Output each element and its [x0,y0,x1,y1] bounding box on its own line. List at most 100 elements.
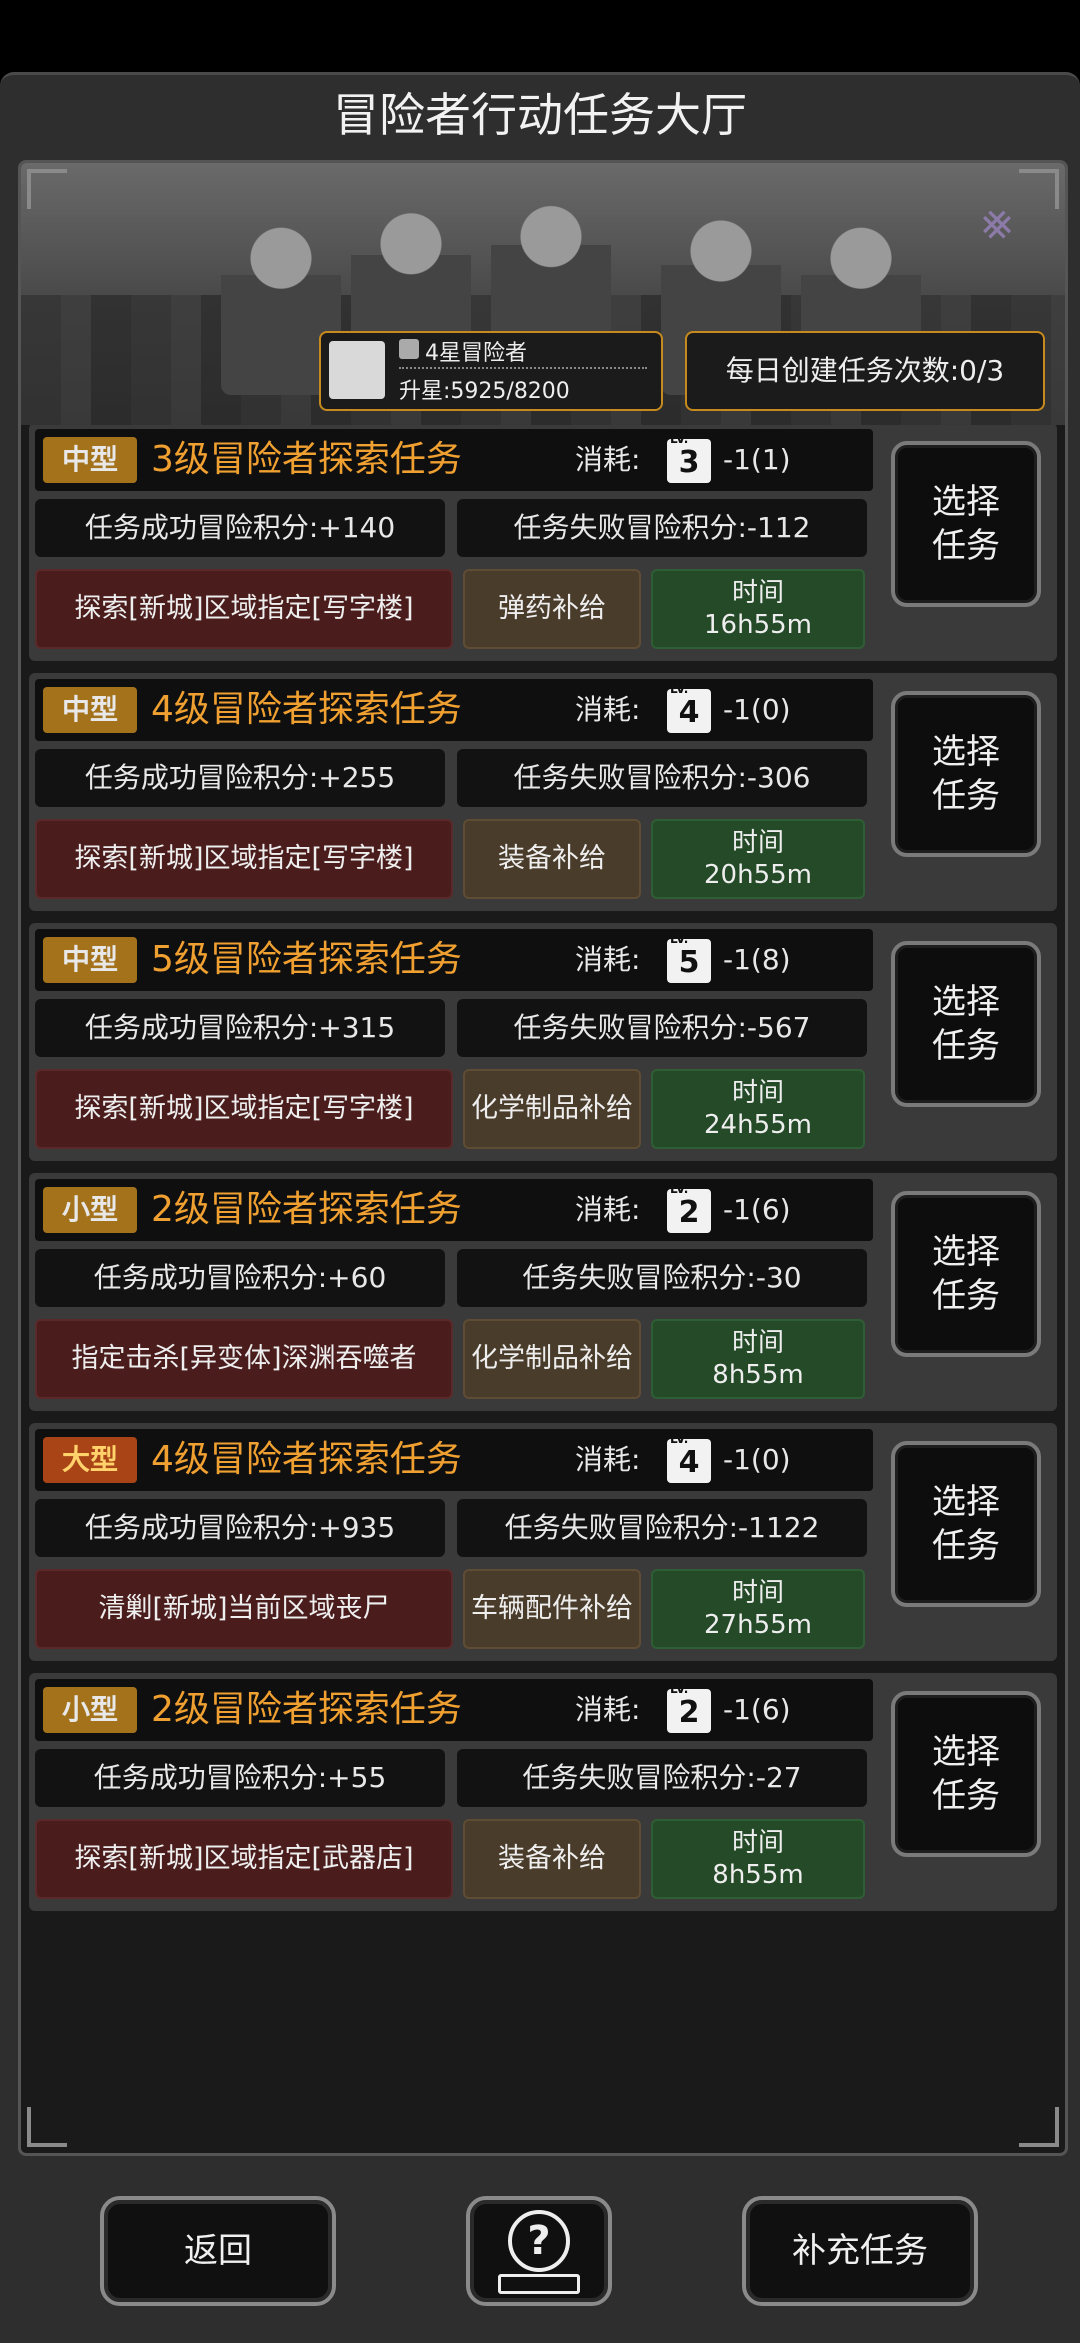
time-label: 时间 [731,1078,784,1108]
select-task-button[interactable]: 选择 任务 [891,1441,1041,1607]
cost-value: -1(6) [723,1193,791,1226]
task-header: 小型 2级冒险者探索任务 消耗: LV. 2 -1(6) [35,1679,873,1741]
task-card[interactable]: 小型 2级冒险者探索任务 消耗: LV. 2 -1(6) 任务成功冒险积分:+55… [29,1673,1057,1911]
task-objective: 探索[新城]区域指定[写字楼] [35,1069,453,1149]
select-task-label: 选择 任务 [932,482,1000,566]
time-limit: 时间 27h55m [651,1569,865,1649]
success-points: 任务成功冒险积分:+60 [35,1249,445,1307]
task-size-badge: 中型 [43,687,137,733]
avatar [329,341,385,399]
task-card[interactable]: 中型 3级冒险者探索任务 消耗: LV. 3 -1(1) 任务成功冒险积分:+14… [29,423,1057,661]
time-value: 27h55m [704,1610,812,1640]
cost-value: -1(0) [723,693,791,726]
failure-points: 任务失败冒险积分:-27 [457,1749,867,1807]
level-ticket-icon: LV. 2 [667,1682,711,1733]
level-number: 2 [678,1695,700,1730]
task-title: 3级冒险者探索任务 [151,439,462,480]
task-size-badge: 中型 [43,437,137,483]
task-card[interactable]: 中型 4级冒险者探索任务 消耗: LV. 4 -1(0) 任务成功冒险积分:+25… [29,673,1057,911]
task-card[interactable]: 小型 2级冒险者探索任务 消耗: LV. 2 -1(6) 任务成功冒险积分:+60… [29,1173,1057,1411]
star-rank-icon [399,339,419,359]
select-task-label: 选择 任务 [932,732,1000,816]
level-prefix: LV. [670,1432,689,1446]
cost-label: 消耗: [575,1193,641,1226]
select-task-label: 选择 任务 [932,1232,1000,1316]
failure-points: 任务失败冒险积分:-567 [457,999,867,1057]
time-label: 时间 [731,578,784,608]
time-limit: 时间 8h55m [651,1319,865,1399]
time-label: 时间 [731,1328,784,1358]
supply-reward: 化学制品补给 [463,1319,641,1399]
time-value: 16h55m [704,610,812,640]
failure-points: 任务失败冒险积分:-112 [457,499,867,557]
time-value: 8h55m [712,1860,804,1890]
task-title: 4级冒险者探索任务 [151,1439,462,1480]
task-size-badge: 中型 [43,937,137,983]
rank-progress: 升星:5925/8200 [399,379,570,404]
level-number: 5 [678,945,700,980]
time-value: 8h55m [712,1360,804,1390]
page-title: 冒险者行动任务大厅 [333,88,747,142]
task-header: 中型 5级冒险者探索任务 消耗: LV. 5 -1(8) [35,929,873,991]
task-card[interactable]: 中型 5级冒险者探索任务 消耗: LV. 5 -1(8) 任务成功冒险积分:+31… [29,923,1057,1161]
level-number: 4 [678,695,700,730]
time-value: 20h55m [704,860,812,890]
time-label: 时间 [731,1828,784,1858]
success-points: 任务成功冒险积分:+935 [35,1499,445,1557]
level-prefix: LV. [670,932,689,946]
select-task-button[interactable]: 选择 任务 [891,1191,1041,1357]
task-header: 中型 4级冒险者探索任务 消耗: LV. 4 -1(0) [35,679,873,741]
time-limit: 时间 16h55m [651,569,865,649]
task-title: 2级冒险者探索任务 [151,1689,462,1730]
success-points: 任务成功冒险积分:+255 [35,749,445,807]
task-objective: 探索[新城]区域指定[武器店] [35,1819,453,1899]
corner-ornament [27,169,67,209]
adventurer-banner: ⨳ 4星冒险者 升星:5925/8200 每日创建任务次数:0/3 [21,163,1065,425]
select-task-label: 选择 任务 [932,982,1000,1066]
select-task-button[interactable]: 选择 任务 [891,1691,1041,1857]
cost-label: 消耗: [575,443,641,476]
success-points: 任务成功冒险积分:+140 [35,499,445,557]
failure-points: 任务失败冒险积分:-30 [457,1249,867,1307]
time-limit: 时间 8h55m [651,1819,865,1899]
task-panel[interactable]: 小型 4级冒险者探索任务 消耗: LV.4 -1(0) 任务成功冒险积分:+19… [18,160,1068,2156]
task-objective: 清剿[新城]当前区域丧尸 [35,1569,453,1649]
refill-tasks-button[interactable]: 补充任务 [742,2196,978,2306]
cost-label: 消耗: [575,943,641,976]
select-task-button[interactable]: 选择 任务 [891,941,1041,1107]
level-prefix: LV. [670,1182,689,1196]
select-task-button[interactable]: 选择 任务 [891,441,1041,607]
level-number: 2 [678,1195,700,1230]
cost-value: -1(6) [723,1693,791,1726]
corner-ornament [27,2107,67,2147]
failure-points: 任务失败冒险积分:-1122 [457,1499,867,1557]
success-points: 任务成功冒险积分:+55 [35,1749,445,1807]
help-button[interactable]: ? [466,2196,612,2306]
failure-points: 任务失败冒险积分:-306 [457,749,867,807]
supply-reward: 弹药补给 [463,569,641,649]
task-objective: 探索[新城]区域指定[写字楼] [35,819,453,899]
task-card[interactable]: 大型 4级冒险者探索任务 消耗: LV. 4 -1(0) 任务成功冒险积分:+93… [29,1423,1057,1661]
cost-label: 消耗: [575,1443,641,1476]
faction-emblem-icon: ⨳ [981,192,1013,250]
task-size-badge: 小型 [43,1187,137,1233]
level-ticket-icon: LV.4 [667,1432,711,1483]
select-task-button[interactable]: 选择 任务 [891,691,1041,857]
supply-reward: 装备补给 [463,1819,641,1899]
time-limit: 时间 20h55m [651,819,865,899]
rank-name: 4星冒险者 [425,341,527,366]
rank-info[interactable]: 4星冒险者 升星:5925/8200 [319,331,663,411]
corner-ornament [1019,169,1059,209]
cost-value: -1(0) [723,1443,791,1476]
time-label: 时间 [731,828,784,858]
select-task-label: 选择 任务 [932,1482,1000,1566]
task-size-badge: 小型 [43,1687,137,1733]
level-prefix: LV. [670,432,689,446]
level-ticket-icon: LV. 5 [667,932,711,983]
task-objective: 指定击杀[异变体]深渊吞噬者 [35,1319,453,1399]
back-button[interactable]: 返回 [100,2196,336,2306]
cost-value: -1(1) [723,443,791,476]
task-header: 小型 2级冒险者探索任务 消耗: LV. 2 -1(6) [35,1179,873,1241]
cost-label: 消耗: [575,693,641,726]
level-prefix: LV. [670,1682,689,1696]
